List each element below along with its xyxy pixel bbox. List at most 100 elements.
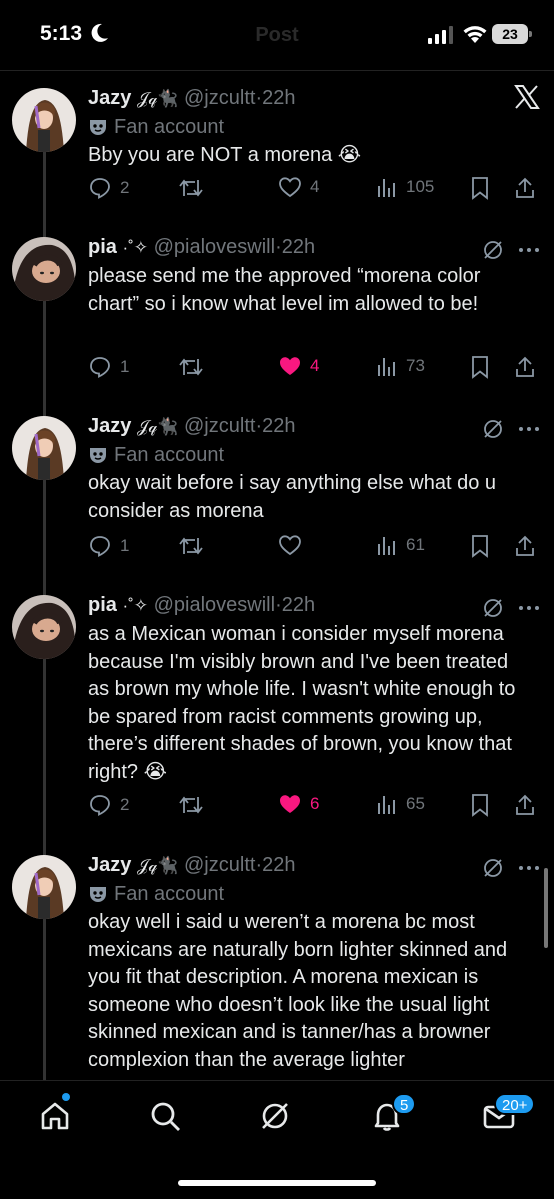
tweet-header: pia ·˚✧ @pialoveswill·22h xyxy=(88,233,532,262)
timestamp[interactable]: 22h xyxy=(282,594,315,616)
x-logo-icon[interactable] xyxy=(514,84,540,110)
tweet-actions: 2 6 65 xyxy=(88,793,540,823)
bookmark-button[interactable] xyxy=(470,355,490,379)
display-name[interactable]: Jazy xyxy=(88,854,131,876)
handle[interactable]: @pialoveswill xyxy=(154,236,275,258)
nav-grok[interactable] xyxy=(258,1099,292,1138)
tweet-text: okay well i said u weren’t a morena bc m… xyxy=(88,911,508,1071)
share-button[interactable] xyxy=(514,355,536,379)
share-button[interactable] xyxy=(514,793,536,817)
bookmark-button[interactable] xyxy=(470,793,490,817)
name-decoration: 𝒥𝓆🐈‍⬛ xyxy=(136,417,179,436)
tweet[interactable]: Jazy 𝒥𝓆🐈‍⬛ @jzcultt·22h Fan account okay… xyxy=(0,851,554,1080)
display-name[interactable]: pia xyxy=(88,594,117,616)
tweet-text: Bby you are NOT a morena 😭 xyxy=(88,144,362,166)
mask-icon xyxy=(90,887,106,902)
handle[interactable]: @jzcultt xyxy=(184,87,255,109)
tweet-actions: 2 4 105 xyxy=(88,176,540,206)
bookmark-icon xyxy=(472,356,488,379)
share-button[interactable] xyxy=(514,176,536,200)
share-icon xyxy=(516,535,534,556)
reply-button[interactable]: 1 xyxy=(88,534,129,558)
views-button[interactable]: 73 xyxy=(376,355,425,377)
handle[interactable]: @jzcultt xyxy=(184,854,255,876)
timestamp[interactable]: 22h xyxy=(262,87,295,109)
bookmark-button[interactable] xyxy=(470,176,490,200)
retweet-icon xyxy=(179,358,203,376)
tweet-corner xyxy=(482,239,540,261)
tweet-header: Jazy 𝒥𝓆🐈‍⬛ @jzcultt·22h xyxy=(88,84,532,113)
mask-icon xyxy=(90,448,106,463)
display-name[interactable]: Jazy xyxy=(88,87,131,109)
share-button[interactable] xyxy=(514,534,536,558)
handle[interactable]: @pialoveswill xyxy=(154,594,275,616)
retweet-button[interactable] xyxy=(178,355,204,379)
nav-notifications[interactable]: 5 xyxy=(370,1093,417,1138)
grok-icon[interactable] xyxy=(482,418,504,440)
views-icon xyxy=(378,537,395,555)
views-button[interactable]: 65 xyxy=(376,793,425,815)
tweet[interactable]: Jazy 𝒥𝓆🐈‍⬛ @jzcultt·22h Fan account okay… xyxy=(0,412,554,572)
views-button[interactable]: 61 xyxy=(376,534,425,556)
notifications-badge: 5 xyxy=(392,1093,417,1115)
more-icon[interactable] xyxy=(518,865,540,871)
share-icon xyxy=(516,794,534,815)
avatar-jazy[interactable] xyxy=(12,416,76,480)
nav-search[interactable] xyxy=(148,1099,182,1138)
retweet-icon xyxy=(179,537,203,555)
like-button[interactable]: 6 xyxy=(278,793,319,815)
more-icon[interactable] xyxy=(518,605,540,611)
reply-icon xyxy=(90,178,110,199)
home-indicator xyxy=(178,1180,376,1186)
tweet-header: Jazy 𝒥𝓆🐈‍⬛ @jzcultt·22h xyxy=(88,412,532,441)
more-icon[interactable] xyxy=(518,426,540,432)
timestamp[interactable]: 22h xyxy=(262,854,295,876)
grok-icon[interactable] xyxy=(482,597,504,619)
handle[interactable]: @jzcultt xyxy=(184,415,255,437)
tweet[interactable]: pia ·˚✧ @pialoveswill·22h please send me… xyxy=(0,233,554,393)
retweet-button[interactable] xyxy=(178,534,204,558)
nav-home[interactable] xyxy=(38,1093,72,1138)
like-button[interactable]: 4 xyxy=(278,176,319,198)
header-divider xyxy=(0,70,554,71)
like-count: 6 xyxy=(310,794,320,813)
reply-button[interactable]: 1 xyxy=(88,355,129,379)
views-button[interactable]: 105 xyxy=(376,176,434,198)
bookmark-button[interactable] xyxy=(470,534,490,558)
scrollbar[interactable] xyxy=(544,868,548,948)
grok-icon[interactable] xyxy=(482,239,504,261)
like-button[interactable] xyxy=(278,534,302,556)
like-button[interactable]: 4 xyxy=(278,355,319,377)
retweet-button[interactable] xyxy=(178,793,204,817)
fan-account-label: Fan account xyxy=(88,113,532,141)
views-count: 65 xyxy=(406,794,425,813)
reply-button[interactable]: 2 xyxy=(88,793,129,817)
tweet-text: okay wait before i say anything else wha… xyxy=(88,472,497,522)
avatar-pia[interactable] xyxy=(12,595,76,659)
reply-icon xyxy=(90,795,110,816)
more-icon[interactable] xyxy=(518,247,540,253)
display-name[interactable]: pia xyxy=(88,236,117,258)
timestamp[interactable]: 22h xyxy=(282,236,315,258)
tweet-actions: 1 4 73 xyxy=(88,355,540,385)
wifi-icon xyxy=(463,26,487,43)
reply-button[interactable]: 2 xyxy=(88,176,129,200)
avatar-jazy[interactable] xyxy=(12,855,76,919)
fan-account-text: Fan account xyxy=(114,883,225,905)
views-icon xyxy=(378,358,395,376)
tweet-corner xyxy=(482,418,540,440)
avatar-jazy[interactable] xyxy=(12,88,76,152)
tweet-header: Jazy 𝒥𝓆🐈‍⬛ @jzcultt·22h xyxy=(88,851,532,880)
tweet[interactable]: pia ·˚✧ @pialoveswill·22h as a Mexican w… xyxy=(0,591,554,831)
tweet[interactable]: Jazy 𝒥𝓆🐈‍⬛ @jzcultt·22h Fan account Bby … xyxy=(0,84,554,224)
avatar-pia[interactable] xyxy=(12,237,76,301)
name-decoration: 𝒥𝓆🐈‍⬛ xyxy=(136,856,179,875)
heart-icon xyxy=(280,357,300,375)
grok-icon[interactable] xyxy=(482,857,504,879)
timestamp[interactable]: 22h xyxy=(262,415,295,437)
tweet-corner xyxy=(482,857,540,879)
display-name[interactable]: Jazy xyxy=(88,415,131,437)
nav-messages[interactable]: 20+ xyxy=(482,1093,536,1138)
like-count: 4 xyxy=(310,356,320,375)
retweet-button[interactable] xyxy=(178,176,204,200)
